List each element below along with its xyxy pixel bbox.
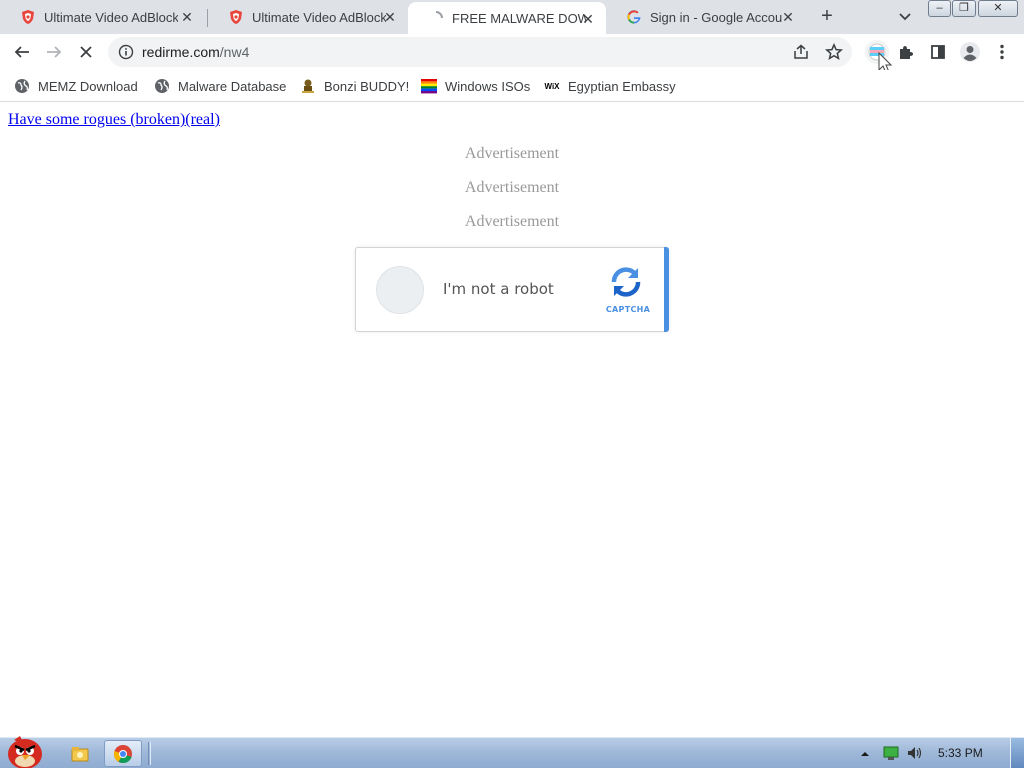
chrome-taskbar-button[interactable]	[104, 740, 142, 767]
wix-icon: WiX	[544, 81, 560, 91]
arrow-left-icon	[14, 46, 29, 58]
google-icon	[626, 9, 642, 25]
bookmark-bonzi-buddy[interactable]: Bonzi BUDDY!	[300, 76, 409, 96]
tab-adblock-1[interactable]: Ultimate Video AdBlock ✕	[0, 0, 205, 34]
taskbar-divider	[148, 742, 151, 765]
new-tab-button[interactable]: +	[815, 6, 839, 28]
bookmark-star-icon[interactable]	[824, 42, 844, 64]
rogues-link[interactable]: Have some rogues (broken)(real)	[8, 111, 220, 129]
tab-title: FREE MALWARE DOWNL	[452, 10, 586, 26]
browser-toolbar: redirme.com/nw4	[0, 34, 1024, 74]
network-icon[interactable]	[882, 745, 900, 764]
close-tab-icon[interactable]: ✕	[382, 9, 398, 25]
show-desktop-button[interactable]	[1010, 738, 1024, 768]
close-icon	[80, 46, 92, 58]
bookmark-egyptian-embassy[interactable]: WiX Egyptian Embassy	[544, 76, 676, 96]
bookmark-label: MEMZ Download	[38, 78, 138, 94]
advertisement-label: Advertisement	[464, 213, 560, 230]
close-tab-icon[interactable]: ✕	[780, 9, 796, 25]
close-tab-icon[interactable]: ✕	[179, 9, 195, 25]
windows-taskbar: 5:33 PM	[0, 736, 1024, 768]
loading-icon	[428, 10, 444, 26]
bookmark-memz[interactable]: MEMZ Download	[14, 76, 138, 96]
url-path: /nw4	[219, 44, 250, 60]
page-content: Have some rogues (broken)(real) Advertis…	[0, 103, 1024, 737]
captcha-refresh-icon	[608, 264, 644, 300]
taskbar-clock[interactable]: 5:33 PM	[938, 746, 983, 760]
shield-icon	[228, 9, 244, 25]
close-window-button[interactable]: ✕	[978, 0, 1018, 17]
url-text[interactable]: redirme.com/nw4	[142, 44, 249, 60]
captcha-brand: CAPTCHA	[605, 305, 651, 314]
globe-icon	[154, 78, 170, 94]
info-icon[interactable]	[118, 44, 134, 60]
tab-title: Ultimate Video AdBlock	[252, 9, 386, 25]
advertisement-label: Advertisement	[464, 179, 560, 196]
bookmark-label: Bonzi BUDDY!	[324, 78, 410, 94]
chevron-down-icon[interactable]	[895, 8, 915, 26]
captcha-accent-bar	[664, 247, 669, 332]
tab-google-signin[interactable]: Sign in - Google Accou ✕	[606, 0, 806, 34]
forward-button[interactable]	[42, 40, 66, 64]
shield-icon	[20, 9, 36, 25]
share-icon[interactable]	[792, 44, 810, 63]
arrow-right-icon	[47, 46, 62, 58]
minimize-button[interactable]: –	[928, 0, 951, 17]
tab-adblock-2[interactable]: Ultimate Video AdBlock ✕	[208, 0, 408, 34]
more-menu-icon[interactable]	[990, 40, 1014, 64]
tab-title: Sign in - Google Accou	[650, 9, 783, 25]
tab-malware-active[interactable]: FREE MALWARE DOWNL ✕	[408, 2, 606, 34]
captcha-label: I'm not a robot	[443, 280, 554, 298]
bonzi-icon	[300, 78, 316, 94]
bookmark-malware-database[interactable]: Malware Database	[154, 76, 286, 96]
tab-title: Ultimate Video AdBlock	[44, 9, 178, 25]
rainbow-flag-icon	[421, 78, 437, 94]
advertisement-label: Advertisement	[464, 145, 560, 162]
bookmark-label: Egyptian Embassy	[568, 78, 676, 94]
globe-icon	[14, 78, 30, 94]
tray-expand-icon[interactable]	[860, 747, 870, 762]
captcha-checkbox[interactable]	[376, 266, 424, 314]
bookmark-windows-isos[interactable]: Windows ISOs	[421, 76, 530, 96]
restore-button[interactable]: ❐	[952, 0, 976, 17]
url-domain: redirme.com	[142, 44, 220, 60]
chrome-icon	[113, 744, 132, 763]
tab-strip: Ultimate Video AdBlock ✕ Ultimate Video …	[0, 0, 1024, 34]
profile-avatar-icon[interactable]	[958, 40, 982, 64]
close-tab-icon[interactable]: ✕	[580, 11, 596, 27]
captcha-widget: I'm not a robot CAPTCHA	[355, 247, 669, 332]
back-button[interactable]	[10, 40, 34, 64]
bookmark-label: Windows ISOs	[445, 78, 531, 94]
address-bar[interactable]: redirme.com/nw4	[108, 37, 852, 67]
side-panel-icon[interactable]	[926, 40, 950, 64]
angry-bird-icon[interactable]	[2, 732, 48, 768]
bookmarks-bar: MEMZ Download Malware Database Bonzi BUD…	[0, 70, 1024, 102]
explorer-icon[interactable]	[66, 740, 94, 767]
volume-icon[interactable]	[906, 744, 924, 765]
stop-loading-button[interactable]	[74, 40, 98, 64]
bookmark-label: Malware Database	[178, 78, 287, 94]
extensions-puzzle-icon[interactable]	[894, 40, 918, 64]
